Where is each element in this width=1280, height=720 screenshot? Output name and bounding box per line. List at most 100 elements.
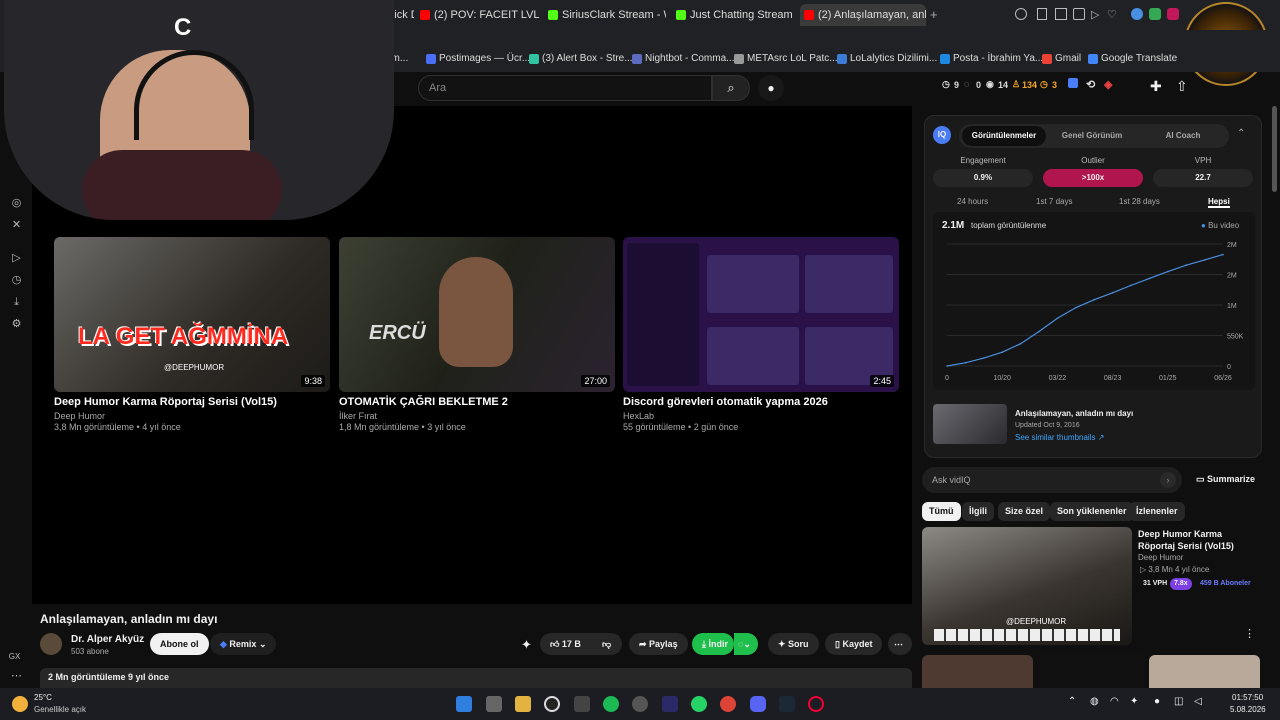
chip-all[interactable]: Tümü bbox=[922, 502, 961, 521]
weather-icon[interactable] bbox=[12, 696, 28, 712]
chip-related[interactable]: İlgili bbox=[962, 502, 994, 521]
recommended-thumbnail[interactable]: @DEEPHUMOR bbox=[922, 527, 1132, 645]
more-actions-button[interactable]: ⋯ bbox=[888, 633, 912, 655]
download-button[interactable]: ⤓ İndir bbox=[692, 633, 734, 655]
clock-time[interactable]: 01:57:50 bbox=[1232, 693, 1263, 702]
opera-gx-icon[interactable] bbox=[808, 696, 824, 712]
chip-for-you[interactable]: Size özel bbox=[998, 502, 1051, 521]
video-title[interactable]: Deep Humor Karma Röportaj Serisi (Vol15) bbox=[54, 396, 330, 408]
share-button[interactable]: ➦ Paylaş bbox=[629, 633, 688, 655]
start-icon[interactable] bbox=[456, 696, 472, 712]
whatsapp-icon[interactable] bbox=[691, 696, 707, 712]
range-24h[interactable]: 24 hours bbox=[957, 197, 988, 206]
premiere-icon[interactable] bbox=[662, 696, 678, 712]
spotify-icon[interactable] bbox=[603, 696, 619, 712]
subscribe-button[interactable]: Abone ol bbox=[150, 633, 209, 655]
like-count[interactable]: 17 B bbox=[562, 639, 581, 649]
channel-name[interactable]: Dr. Alper Akyüz bbox=[71, 634, 144, 645]
upload-icon[interactable]: ⇧ bbox=[1176, 78, 1188, 95]
tab[interactable]: SiriusClark Stream - Watch bbox=[548, 4, 666, 26]
channel-name[interactable]: Deep Humor bbox=[54, 411, 330, 421]
tray-icon[interactable]: ✦ bbox=[1130, 696, 1138, 707]
heart-icon[interactable]: ♡ bbox=[1107, 8, 1117, 21]
temperature[interactable]: 25°C bbox=[34, 693, 52, 702]
extension-icon[interactable]: ✦ bbox=[521, 637, 532, 653]
app-icon[interactable] bbox=[632, 696, 648, 712]
video-title[interactable]: Discord görevleri otomatik yapma 2026 bbox=[623, 396, 899, 408]
screenshot-icon[interactable] bbox=[1055, 8, 1067, 20]
range-28d[interactable]: 1st 28 days bbox=[1119, 197, 1160, 206]
tab[interactable]: Just Chatting Streaming - bbox=[676, 4, 792, 26]
ask-button[interactable]: ✦ Soru bbox=[768, 633, 819, 655]
task-view-icon[interactable] bbox=[486, 696, 502, 712]
pin-icon[interactable] bbox=[1037, 8, 1047, 20]
extension-icon[interactable] bbox=[1131, 8, 1143, 20]
x-twitter-icon[interactable]: ✕ bbox=[10, 219, 23, 232]
like-icon[interactable]: 👍︎ bbox=[550, 639, 562, 649]
save-button[interactable]: ▯ Kaydet bbox=[825, 633, 883, 655]
extension-icon[interactable] bbox=[1167, 8, 1179, 20]
settings-icon[interactable] bbox=[544, 696, 560, 712]
refresh-icon[interactable]: ⟲ bbox=[1086, 78, 1095, 91]
shield-icon[interactable] bbox=[1073, 8, 1085, 20]
chrome-icon[interactable] bbox=[720, 696, 736, 712]
search-input[interactable]: Ara bbox=[418, 75, 712, 101]
next-thumbnail[interactable] bbox=[922, 655, 1033, 688]
player-icon[interactable]: ▷ bbox=[10, 252, 23, 265]
weather-text[interactable]: Genellikle açık bbox=[34, 705, 86, 714]
scrollbar-thumb[interactable] bbox=[1272, 106, 1277, 192]
range-7d[interactable]: 1st 7 days bbox=[1036, 197, 1072, 206]
instagram-icon[interactable]: ◎ bbox=[10, 197, 23, 210]
recommended-title[interactable]: Deep Humor Karma Röportaj Serisi (Vol15) bbox=[1138, 528, 1260, 552]
related-thumbnail[interactable] bbox=[933, 404, 1007, 444]
summarize-button[interactable]: ▭ Summarize bbox=[1196, 474, 1255, 485]
endscreen-video-card[interactable]: 2:45 Discord görevleri otomatik yapma 20… bbox=[623, 237, 899, 432]
range-all[interactable]: Hepsi bbox=[1208, 197, 1230, 208]
steam-icon[interactable] bbox=[779, 696, 795, 712]
endscreen-video-card[interactable]: ERCÜ 27:00 OTOMATİK ÇAĞRI BEKLETME 2 İlk… bbox=[339, 237, 615, 432]
tab-active[interactable]: (2) Anlaşılamayan, anladın bbox=[800, 4, 926, 26]
headset-tray-icon[interactable]: ◠ bbox=[1110, 696, 1119, 707]
tray-icon[interactable]: ◍ bbox=[1090, 696, 1099, 707]
voice-search-button[interactable]: ● bbox=[758, 75, 784, 101]
bookmark[interactable]: (3) Alert Box - Stre... bbox=[529, 51, 633, 67]
channel-name[interactable]: İlker Fırat bbox=[339, 411, 615, 421]
next-thumbnail[interactable] bbox=[1149, 655, 1260, 688]
video-thumbnail[interactable]: LA GET AĞMMİNA @DEEPHUMOR 9:38 bbox=[54, 237, 330, 392]
discord-icon[interactable] bbox=[750, 696, 766, 712]
send-icon[interactable]: › bbox=[1160, 472, 1176, 488]
search-button[interactable]: ⌕ bbox=[712, 75, 750, 101]
bookmark[interactable]: Gmail bbox=[1042, 51, 1081, 67]
bookmark[interactable]: Nightbot - Comma... bbox=[632, 51, 734, 67]
video-thumbnail[interactable]: 2:45 bbox=[623, 237, 899, 392]
settings-icon[interactable]: ⚙ bbox=[10, 318, 23, 331]
collapse-icon[interactable]: ⌃ bbox=[1237, 128, 1245, 139]
more-icon[interactable]: ⋯ bbox=[10, 670, 23, 683]
zoom-icon[interactable] bbox=[1015, 8, 1027, 20]
clock-date[interactable]: 5.08.2026 bbox=[1230, 705, 1266, 714]
mic-tray-icon[interactable]: ● bbox=[1154, 696, 1160, 707]
history-icon[interactable]: ◷ bbox=[10, 274, 23, 287]
bookmark[interactable]: METAsrc LoL Patc... bbox=[734, 51, 838, 67]
recommended-channel[interactable]: Deep Humor bbox=[1138, 553, 1183, 562]
tab-overview[interactable]: Genel Görünüm bbox=[1050, 126, 1134, 146]
bookmark[interactable]: Google Translate bbox=[1088, 51, 1177, 67]
bell-icon[interactable]: ◈ bbox=[1104, 78, 1112, 91]
tab[interactable]: (2) POV: FACEIT LVL 10 TR bbox=[420, 4, 540, 26]
network-icon[interactable]: ◫ bbox=[1174, 696, 1183, 707]
chip-watched[interactable]: İzlenenler bbox=[1129, 502, 1185, 521]
channel-name[interactable]: HexLab bbox=[623, 411, 899, 421]
video-thumbnail[interactable]: ERCÜ 27:00 bbox=[339, 237, 615, 392]
play-icon[interactable]: ▷ bbox=[1091, 8, 1099, 21]
tab-ai-coach[interactable]: AI Coach bbox=[1139, 126, 1227, 146]
tray-chevron-icon[interactable]: ⌃ bbox=[1068, 696, 1076, 707]
bookmark[interactable]: Posta - İbrahim Ya... bbox=[940, 51, 1043, 67]
ask-vidiq-input[interactable]: Ask vidIQ › bbox=[922, 467, 1182, 493]
download-icon[interactable]: ⤓ bbox=[10, 296, 23, 309]
video-title[interactable]: OTOMATİK ÇAĞRI BEKLETME 2 bbox=[339, 396, 615, 408]
next-thumbnail[interactable] bbox=[1040, 655, 1145, 688]
app-icon[interactable] bbox=[574, 696, 590, 712]
bookmark[interactable]: Postimages — Ücr... bbox=[426, 51, 530, 67]
endscreen-video-card[interactable]: LA GET AĞMMİNA @DEEPHUMOR 9:38 Deep Humo… bbox=[54, 237, 330, 432]
dislike-icon[interactable]: 👎︎ bbox=[602, 633, 611, 655]
